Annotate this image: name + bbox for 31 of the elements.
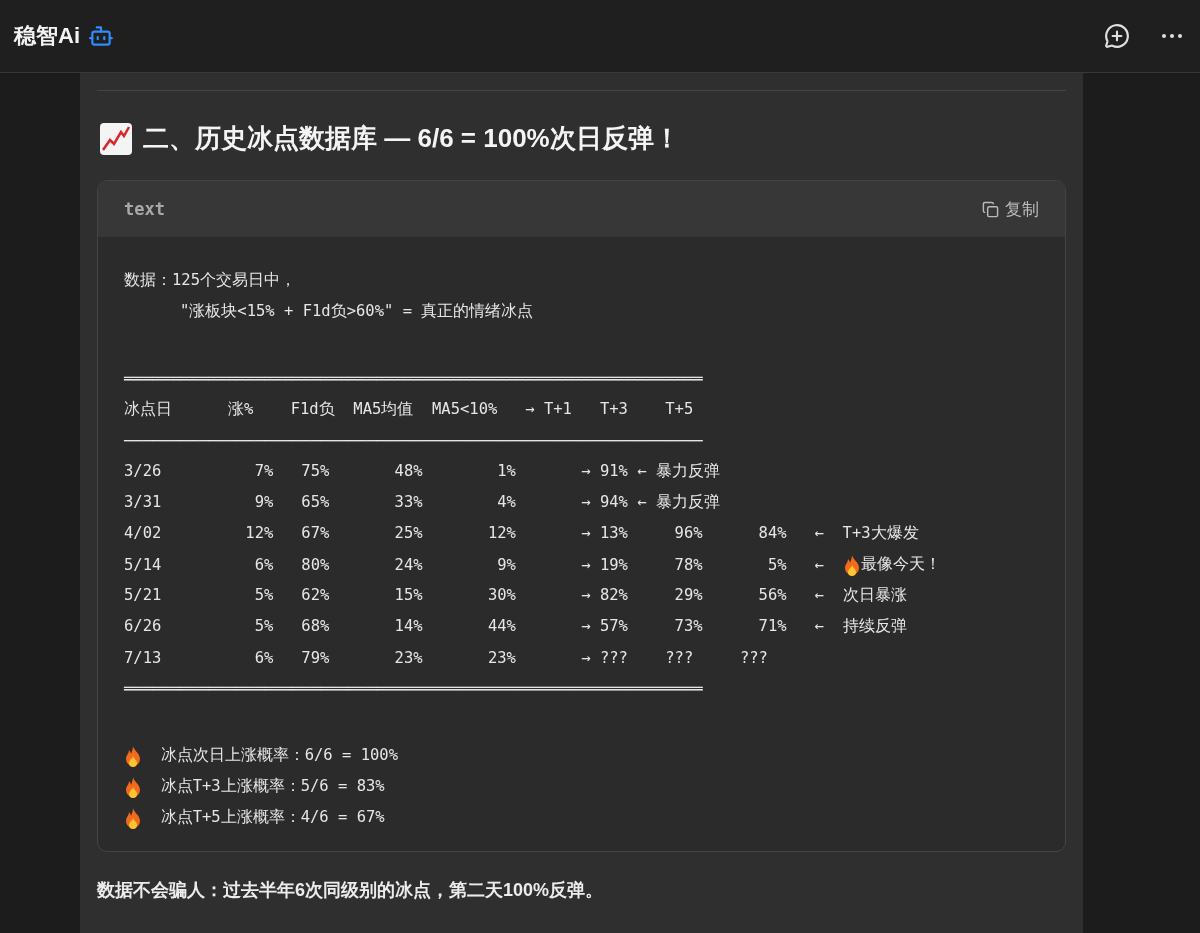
robot-icon	[88, 23, 114, 49]
chat-plus-icon	[1104, 23, 1130, 49]
code-text: 数据：125个交易日中，	[124, 270, 296, 291]
code-text: 4/02 12% 67% 25% 12% → 13% 96% 84% ← T+3大爆发	[124, 523, 919, 544]
code-text: 最像今天！	[860, 554, 941, 575]
code-text: ══════════════════════════════════════════════════════════════	[124, 679, 703, 698]
copy-icon	[982, 200, 999, 218]
summary-text: 数据不会骗人：过去半年6次同级别的冰点，第二天100%反弹。	[97, 879, 605, 902]
code-text: 5/21 5% 62% 15% 30% → 82% 29% 56% ← 次日暴涨	[124, 585, 907, 606]
code-text: 3/26 7% 75% 48% 1% → 91% ← 暴力反弹	[124, 461, 720, 482]
code-text: 6/26 5% 68% 14% 44% → 57% 73% 71% ← 持续反弹	[124, 616, 907, 637]
code-text: ══════════════════════════════════════════════════════════════	[124, 369, 703, 388]
code-language: text	[124, 199, 165, 219]
app-title: 稳智Ai	[14, 22, 80, 50]
code-text: 3/31 9% 65% 33% 4% → 94% ← 暴力反弹	[124, 492, 720, 513]
copy-button[interactable]: 复制	[982, 197, 1039, 221]
code-text: 冰点日 涨% F1d负 MA5均值 MA5<10% → T+1 T+3 T+5	[124, 399, 694, 420]
code-text: ──────────────────────────────────────────────────────────────	[124, 431, 703, 450]
fire-icon	[124, 744, 142, 767]
code-text: 7/13 6% 79% 23% 23% → ??? ??? ???	[124, 648, 768, 667]
fire-icon	[124, 806, 142, 829]
fire-icon	[842, 553, 861, 576]
more-icon	[1162, 34, 1182, 38]
code-text: "涨板块<15% + F1d负>60%" = 真正的情绪冰点	[179, 301, 534, 322]
section-heading: 二、历史冰点数据库 — 6/6 = 100%次日反弹！	[143, 122, 680, 155]
chart-icon	[99, 121, 133, 156]
code-text: 冰点T+3上涨概率：5/6 = 83%	[159, 776, 385, 797]
code-text: 冰点次日上涨概率：6/6 = 100%	[159, 745, 398, 766]
fire-icon	[124, 775, 142, 798]
code-text: 冰点T+5上涨概率：4/6 = 67%	[159, 807, 385, 828]
code-text: 5/14 6% 80% 24% 9% → 19% 78% 5% ←	[124, 555, 825, 574]
